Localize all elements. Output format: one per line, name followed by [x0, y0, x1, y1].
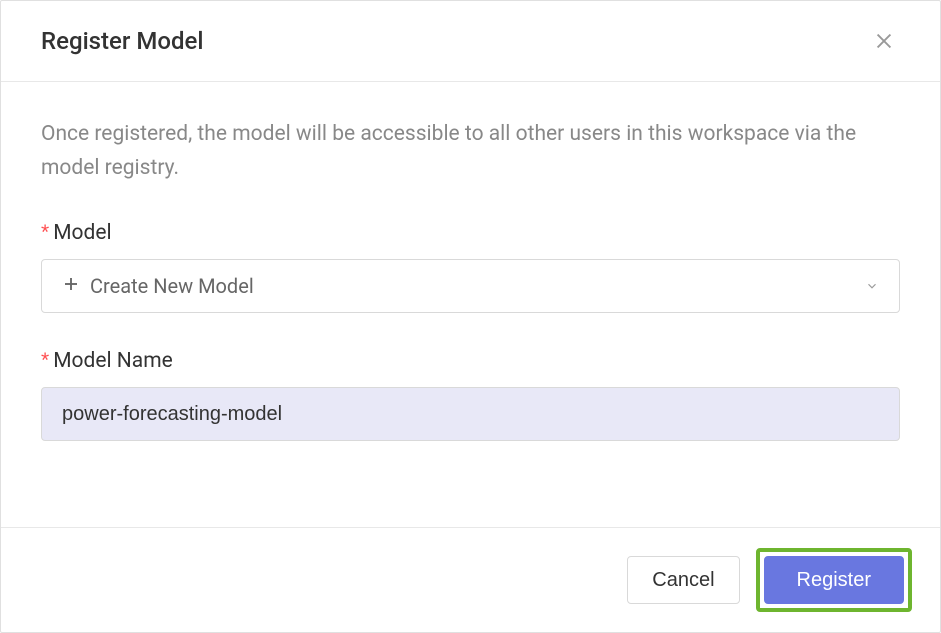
dialog-body: Once registered, the model will be acces… — [1, 82, 940, 527]
required-asterisk-icon: * — [41, 349, 49, 372]
chevron-down-icon — [865, 279, 879, 293]
required-asterisk-icon: * — [41, 221, 49, 244]
model-name-input[interactable] — [41, 387, 900, 441]
model-select[interactable]: Create New Model — [41, 259, 900, 313]
model-select-content: Create New Model — [62, 274, 254, 298]
register-model-dialog: Register Model Once registered, the mode… — [0, 0, 941, 633]
plus-icon — [62, 274, 80, 298]
model-name-field-group: *Model Name — [41, 349, 900, 441]
dialog-description: Once registered, the model will be acces… — [41, 118, 900, 185]
register-button[interactable]: Register — [764, 556, 904, 604]
close-icon — [873, 30, 895, 52]
register-button-highlight: Register — [756, 548, 912, 612]
model-name-field-label: *Model Name — [41, 349, 900, 373]
cancel-button[interactable]: Cancel — [627, 556, 739, 604]
model-field-label: *Model — [41, 221, 900, 245]
close-button[interactable] — [868, 25, 900, 57]
model-label-text: Model — [53, 221, 111, 245]
dialog-title: Register Model — [41, 27, 203, 55]
model-name-label-text: Model Name — [53, 349, 173, 373]
dialog-header: Register Model — [1, 1, 940, 82]
model-select-text: Create New Model — [90, 274, 254, 298]
model-field-group: *Model Create New Model — [41, 221, 900, 313]
dialog-footer: Cancel Register — [1, 527, 940, 632]
